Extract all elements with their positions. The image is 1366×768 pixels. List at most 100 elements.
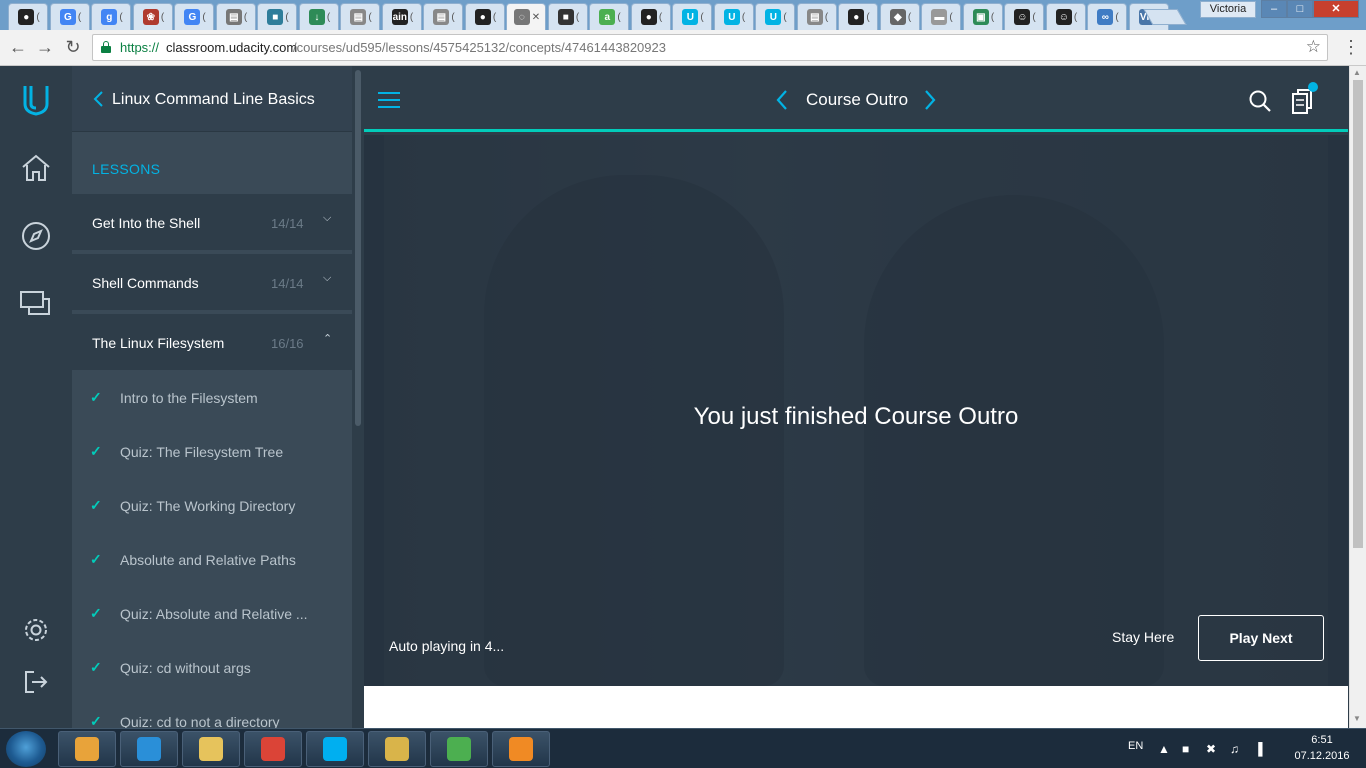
browser-tab[interactable]: ↓(: [298, 3, 339, 30]
browser-tab[interactable]: ▤(: [340, 3, 380, 30]
page-icon: ▤: [806, 9, 823, 25]
home-icon[interactable]: [18, 150, 54, 186]
browser-tab[interactable]: ▣(: [962, 3, 1003, 30]
tray-icon[interactable]: ▲: [1158, 742, 1170, 756]
chevron-down-icon[interactable]: ⌵: [323, 272, 331, 285]
browser-tab[interactable]: ■(: [257, 3, 297, 30]
lesson-item[interactable]: The Linux Filesystem 16/16 ⌃: [72, 314, 352, 372]
browser-tab[interactable]: ●(: [838, 3, 878, 30]
language-indicator[interactable]: EN: [1128, 740, 1143, 752]
reload-button[interactable]: ↻: [61, 36, 85, 60]
taskbar-app-button[interactable]: [430, 731, 488, 767]
clock-date[interactable]: 07.12.2016: [1292, 750, 1352, 762]
tray-icon[interactable]: ✖: [1206, 742, 1216, 756]
browser-toolbar: ← → ↻ https:// classroom.udacity.com /co…: [0, 30, 1366, 66]
concept-item[interactable]: ✓ Absolute and Relative Paths: [72, 533, 352, 587]
browser-tab[interactable]: ◌ ✕: [506, 3, 546, 30]
browser-tab[interactable]: G(: [174, 3, 214, 30]
address-bar[interactable]: https:// classroom.udacity.com /courses/…: [92, 34, 1328, 61]
chrome-icon: [261, 737, 285, 761]
tab-title-fragment: (: [1115, 11, 1119, 23]
next-concept-chevron-icon[interactable]: [922, 88, 938, 112]
chevron-up-icon[interactable]: ⌃: [323, 332, 332, 345]
concept-item[interactable]: ✓ Quiz: The Working Directory: [72, 479, 352, 533]
compass-icon[interactable]: [18, 218, 54, 254]
browser-tab[interactable]: a(: [589, 3, 629, 30]
chevron-down-icon[interactable]: ⌵: [323, 212, 331, 225]
bookmark-star-icon[interactable]: ☆: [1306, 37, 1321, 57]
taskbar-app-button[interactable]: [58, 731, 116, 767]
concept-item[interactable]: ✓ Quiz: cd without args: [72, 641, 352, 695]
lesson-item[interactable]: Get Into the Shell 14/14 ⌵: [72, 194, 352, 252]
start-button[interactable]: [6, 731, 46, 767]
sidebar-scrollbar[interactable]: [352, 66, 364, 728]
concept-item-title: Intro to the Filesystem: [120, 390, 258, 406]
taskbar-app-button[interactable]: [182, 731, 240, 767]
browser-tab[interactable]: g(: [91, 3, 131, 30]
previous-concept-chevron-icon[interactable]: [774, 88, 790, 112]
sidebar-scroll-thumb[interactable]: [355, 70, 361, 426]
google-icon: G: [184, 9, 201, 25]
video-player[interactable]: You just finished Course Outro Auto play…: [364, 135, 1348, 686]
search-icon[interactable]: [1248, 89, 1272, 113]
paint-icon: [385, 737, 409, 761]
browser-tab[interactable]: ☺(: [1004, 3, 1044, 30]
content-below-video: [364, 686, 1348, 728]
browser-tab[interactable]: ☺(: [1045, 3, 1086, 30]
lesson-item[interactable]: Shell Commands 14/14 ⌵: [72, 254, 352, 312]
taskbar-app-button[interactable]: [244, 731, 302, 767]
settings-gear-icon[interactable]: [18, 612, 54, 648]
taskbar-app-button[interactable]: [492, 731, 550, 767]
tray-icon[interactable]: ▐: [1254, 742, 1263, 756]
browser-tab[interactable]: ●(: [464, 3, 505, 30]
close-tab-icon[interactable]: ✕: [532, 12, 540, 23]
browser-tab[interactable]: ▤(: [423, 3, 463, 30]
clock-time[interactable]: 6:51: [1298, 734, 1346, 746]
browser-tab[interactable]: ▤(: [796, 3, 837, 30]
udacity-logo-icon[interactable]: [18, 82, 54, 118]
browser-tab[interactable]: U(: [713, 3, 754, 30]
taskbar-app-button[interactable]: [306, 731, 364, 767]
chevron-left-icon[interactable]: [92, 90, 106, 108]
scroll-down-arrow-icon[interactable]: ▼: [1353, 714, 1361, 723]
tray-icon[interactable]: ■: [1182, 742, 1189, 756]
browser-tab[interactable]: ■(: [547, 3, 588, 30]
stay-here-button[interactable]: Stay Here: [1112, 629, 1174, 645]
tab-title-fragment: (: [1032, 11, 1036, 23]
browser-tab[interactable]: ●(: [630, 3, 671, 30]
browser-tab[interactable]: ❀(: [132, 3, 173, 30]
browser-tab[interactable]: ◆(: [879, 3, 920, 30]
scroll-up-arrow-icon[interactable]: ▲: [1353, 68, 1361, 77]
course-title[interactable]: Linux Command Line Basics: [112, 91, 315, 109]
back-button[interactable]: ←: [6, 36, 30, 60]
minimize-button[interactable]: –: [1261, 0, 1287, 18]
forward-button[interactable]: →: [33, 36, 57, 60]
hamburger-menu-icon[interactable]: [378, 92, 400, 108]
browser-tab[interactable]: U(: [755, 3, 795, 30]
concept-item[interactable]: ✓ Quiz: Absolute and Relative ...: [72, 587, 352, 641]
play-next-button[interactable]: Play Next: [1198, 615, 1324, 661]
logout-icon[interactable]: [18, 664, 54, 700]
browser-tab[interactable]: ●(: [8, 3, 48, 30]
browser-tab[interactable]: U(: [672, 3, 712, 30]
browser-menu-button[interactable]: ⋮: [1342, 36, 1360, 60]
taskbar-app-button[interactable]: [368, 731, 426, 767]
maximize-button[interactable]: □: [1287, 0, 1313, 18]
page-scrollbar[interactable]: ▲ ▼: [1349, 66, 1366, 728]
browser-tab[interactable]: ▤(: [215, 3, 256, 30]
browser-tab[interactable]: G(: [49, 3, 90, 30]
page-scroll-thumb[interactable]: [1353, 80, 1363, 548]
browser-tab[interactable]: ▬(: [921, 3, 961, 30]
tab-title-fragment: (: [492, 11, 497, 23]
check-icon: ✓: [90, 713, 102, 728]
taskbar-app-button[interactable]: [120, 731, 178, 767]
close-window-button[interactable]: ✕: [1313, 0, 1359, 18]
tray-icon[interactable]: ♫: [1230, 742, 1239, 756]
concept-item[interactable]: ✓ Quiz: The Filesystem Tree: [72, 425, 352, 479]
concept-item[interactable]: ✓ Intro to the Filesystem: [72, 371, 352, 425]
forum-icon[interactable]: [18, 286, 54, 322]
browser-tab[interactable]: ain(: [381, 3, 422, 30]
github-icon: ●: [640, 9, 657, 25]
browser-tab[interactable]: ∞(: [1087, 3, 1127, 30]
concept-item[interactable]: ✓ Quiz: cd to not a directory: [72, 695, 352, 728]
